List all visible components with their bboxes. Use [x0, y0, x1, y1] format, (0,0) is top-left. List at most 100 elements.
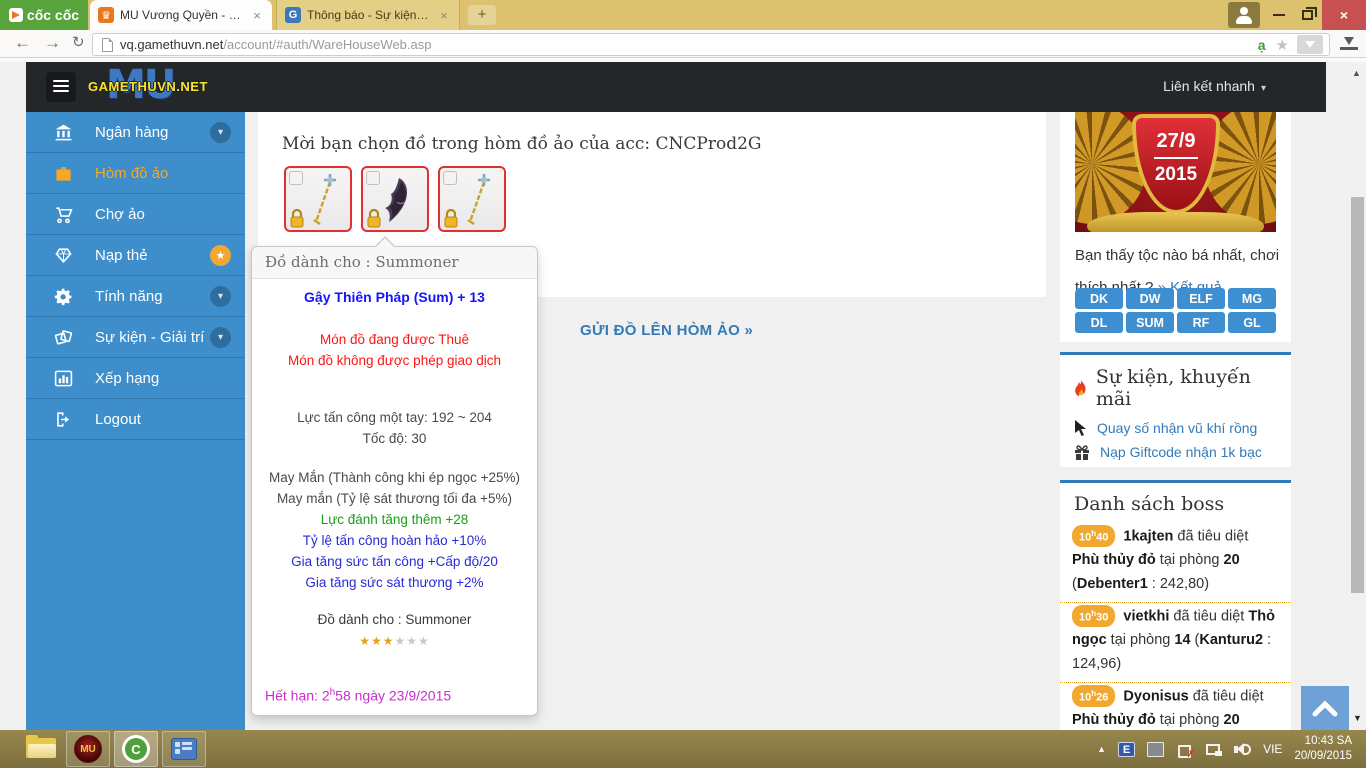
item-expiry: Hết hạn: 2h58 ngày 23/9/2015 — [252, 682, 537, 707]
chevron-up-icon — [1312, 699, 1338, 717]
site-logo[interactable]: MU GAMETHUVN.NET — [88, 66, 248, 108]
event-link-row[interactable]: Nạp Giftcode nhận 1k bạc — [1060, 440, 1291, 464]
vote-button-sum[interactable]: SUM — [1126, 312, 1174, 333]
cursor-icon — [1074, 420, 1087, 436]
boss-list-header: Danh sách boss — [1060, 483, 1291, 523]
vote-button-grid: DK DW ELF MG DL SUM RF GL — [1075, 288, 1276, 333]
url-path: /account/#auth/WareHouseWeb.asp — [223, 37, 431, 52]
mu-game-icon: MU — [74, 735, 102, 763]
reload-button[interactable]: ↻ — [72, 33, 85, 51]
vote-button-rf[interactable]: RF — [1177, 312, 1225, 333]
coccoc-taskbar-button[interactable]: C — [114, 731, 158, 767]
chevron-down-icon[interactable]: ▾ — [210, 286, 231, 307]
coccoc-menu-button[interactable]: cốc cốc — [0, 0, 88, 30]
banner-date: 27/9 — [1157, 130, 1196, 153]
banner-shield: 27/9 2015 — [1132, 114, 1220, 214]
spellcheck-icon[interactable]: ạ — [1258, 37, 1266, 53]
restore-button[interactable] — [1294, 0, 1320, 30]
stars-filled-icon: ★★★ — [359, 634, 394, 648]
tab-close-icon[interactable]: × — [250, 8, 264, 23]
staff-item-image — [454, 172, 498, 228]
cart-icon — [54, 205, 73, 224]
vote-button-mg[interactable]: MG — [1228, 288, 1276, 309]
event-banner-image[interactable]: 27/9 2015 — [1075, 112, 1276, 232]
speaker-tray-icon[interactable] — [1234, 742, 1251, 757]
hamburger-menu-button[interactable] — [46, 72, 76, 102]
giftcode-link[interactable]: Nạp Giftcode nhận 1k bạc — [1100, 444, 1262, 460]
vote-button-elf[interactable]: ELF — [1177, 288, 1225, 309]
sidebar-item-tinh-nang[interactable]: Tính năng ▾ — [26, 276, 245, 317]
vote-button-gl[interactable]: GL — [1228, 312, 1276, 333]
scrollbar-up-icon[interactable]: ▲ — [1352, 68, 1361, 78]
banner-year: 2015 — [1155, 164, 1197, 186]
tab-thong-bao-spin[interactable]: G Thông báo - Sự kiện SPIN × — [276, 0, 460, 30]
sidebar-item-xep-hang[interactable]: Xếp hạng — [26, 358, 245, 399]
send-to-warehouse-link[interactable]: GỬI ĐỒ LÊN HÒM ẢO » — [580, 322, 753, 339]
vote-button-dw[interactable]: DW — [1126, 288, 1174, 309]
downloads-button[interactable] — [1340, 36, 1358, 50]
scrollbar-down-icon[interactable]: ▼ — [1353, 713, 1362, 723]
boss-kill-entry: 10h30 vietkhi đã tiêu diệt Thỏ ngọc tại … — [1060, 603, 1291, 683]
lock-icon — [289, 208, 305, 228]
network-tray-icon[interactable] — [1205, 742, 1222, 757]
tooltip-header: Đồ dành cho : Summoner — [252, 247, 537, 279]
tooltip-arrow — [374, 236, 396, 247]
warehouse-title: Mời bạn chọn đồ trong hòm đồ ảo của acc:… — [282, 134, 761, 154]
wing-item-image — [377, 172, 421, 228]
staff-item-image — [300, 172, 344, 228]
sidebar-item-cho-ao[interactable]: Chợ ảo — [26, 194, 245, 235]
spin-event-link[interactable]: Quay số nhận vũ khí rồng — [1097, 420, 1257, 436]
coccoc-browser-icon: C — [122, 735, 150, 763]
item-options: May Mắn (Thành công khi ép ngọc +25%) Ma… — [252, 467, 537, 593]
crown-favicon-icon: ♛ — [98, 7, 114, 23]
file-explorer-button[interactable] — [24, 731, 58, 767]
item-star-rating: ★★★★★★ — [252, 631, 537, 652]
chevron-down-icon[interactable]: ▾ — [210, 327, 231, 348]
lock-icon — [366, 208, 382, 228]
sidebar: Ngân hàng ▾ Hòm đồ ảo Chợ ảo Nạp thẻ ★ T… — [26, 112, 245, 730]
url-host: vq.gamethuvn.net — [120, 37, 223, 52]
e-app-tray-icon[interactable]: E — [1118, 742, 1135, 757]
profile-button[interactable] — [1228, 2, 1260, 28]
back-button[interactable]: ← — [14, 33, 31, 53]
item-slot-wings[interactable] — [361, 166, 429, 232]
new-tab-button[interactable]: + — [468, 5, 496, 25]
scrollbar-thumb[interactable] — [1351, 197, 1364, 593]
time-badge: 10h26 — [1072, 685, 1115, 707]
star-badge-icon: ★ — [210, 245, 231, 266]
taskbar-clock[interactable]: 10:43 SA 20/09/2015 — [1294, 734, 1352, 764]
monitor-tray-icon[interactable] — [1147, 742, 1164, 757]
mu-game-taskbar-button[interactable]: MU — [66, 731, 110, 767]
chevron-down-icon[interactable]: ▾ — [210, 122, 231, 143]
vote-button-dl[interactable]: DL — [1075, 312, 1123, 333]
event-link-row[interactable]: Quay số nhận vũ khí rồng — [1060, 416, 1291, 440]
sidebar-item-hom-do-ao[interactable]: Hòm đồ ảo — [26, 153, 245, 194]
display-settings-taskbar-button[interactable] — [162, 731, 206, 767]
logo-text: GAMETHUVN.NET — [88, 79, 208, 94]
minimize-button[interactable] — [1266, 0, 1292, 30]
forward-button[interactable]: → — [44, 33, 61, 53]
language-indicator[interactable]: VIE — [1263, 742, 1282, 756]
item-slot-staff-1[interactable] — [284, 166, 352, 232]
close-button[interactable]: × — [1322, 0, 1366, 30]
clock-time: 10:43 SA — [1294, 734, 1352, 749]
quick-links-dropdown[interactable]: Liên kết nhanh▾ — [1163, 78, 1266, 94]
vote-panel: 27/9 2015 Bạn thấy tộc nào bá nhất, chơi… — [1060, 112, 1291, 342]
scroll-to-top-button[interactable] — [1301, 686, 1349, 730]
power-plug-tray-icon[interactable] — [1176, 742, 1193, 757]
item-slot-staff-2[interactable] — [438, 166, 506, 232]
url-bar[interactable]: vq.gamethuvn.net /account/#auth/WareHous… — [92, 33, 1330, 56]
tray-expand-icon[interactable]: ▲ — [1097, 744, 1106, 754]
tab-mu-vuong-quyen[interactable]: ♛ MU Vương Quyền - Game × — [90, 0, 272, 30]
boss-list-panel: Danh sách boss 10h40 1kajten đã tiêu diệ… — [1060, 480, 1291, 730]
tab-close-icon[interactable]: × — [437, 8, 451, 23]
sidebar-item-nap-the[interactable]: Nạp thẻ ★ — [26, 235, 245, 276]
bookmark-star-icon[interactable]: ★ — [1276, 36, 1289, 54]
sidebar-item-logout[interactable]: Logout — [26, 399, 245, 440]
sidebar-item-ngan-hang[interactable]: Ngân hàng ▾ — [26, 112, 245, 153]
download-dropdown-button[interactable] — [1297, 35, 1323, 54]
vote-button-dk[interactable]: DK — [1075, 288, 1123, 309]
sidebar-item-su-kien-giai-tri[interactable]: Sự kiện - Giải trí ▾ — [26, 317, 245, 358]
windows-taskbar: MU C ▲ E VIE 10:43 SA 20/09/2015 — [0, 730, 1366, 768]
lock-icon — [443, 208, 459, 228]
